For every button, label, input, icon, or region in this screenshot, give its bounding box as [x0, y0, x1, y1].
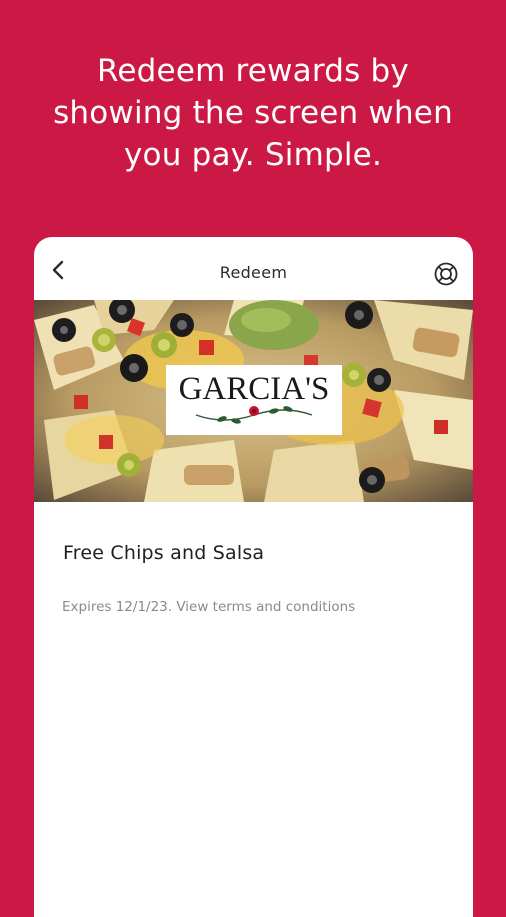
restaurant-logo-text: GARCIA'S — [178, 370, 330, 407]
reward-hero-image: GARCIA'S — [34, 300, 473, 502]
rose-vine-icon — [195, 405, 313, 424]
promo-headline-line-1: Redeem rewards by — [97, 53, 409, 89]
redeem-card: Redeem GARCIA'S Free Chips and Salsa Exp… — [34, 237, 473, 917]
page-title: Redeem — [219, 263, 288, 282]
promo-headline: Redeem rewards by showing the screen whe… — [0, 50, 506, 176]
lifebuoy-icon — [434, 262, 458, 286]
promo-headline-line-3: you pay. Simple. — [123, 137, 383, 173]
help-button[interactable] — [433, 261, 459, 287]
restaurant-logo: GARCIA'S — [166, 365, 342, 435]
terms-link[interactable]: Expires 12/1/23. View terms and conditio… — [62, 599, 355, 615]
reward-title: Free Chips and Salsa — [63, 542, 265, 564]
redeem-topbar: Redeem — [34, 237, 473, 300]
promo-headline-line-2: showing the screen when — [53, 95, 453, 131]
